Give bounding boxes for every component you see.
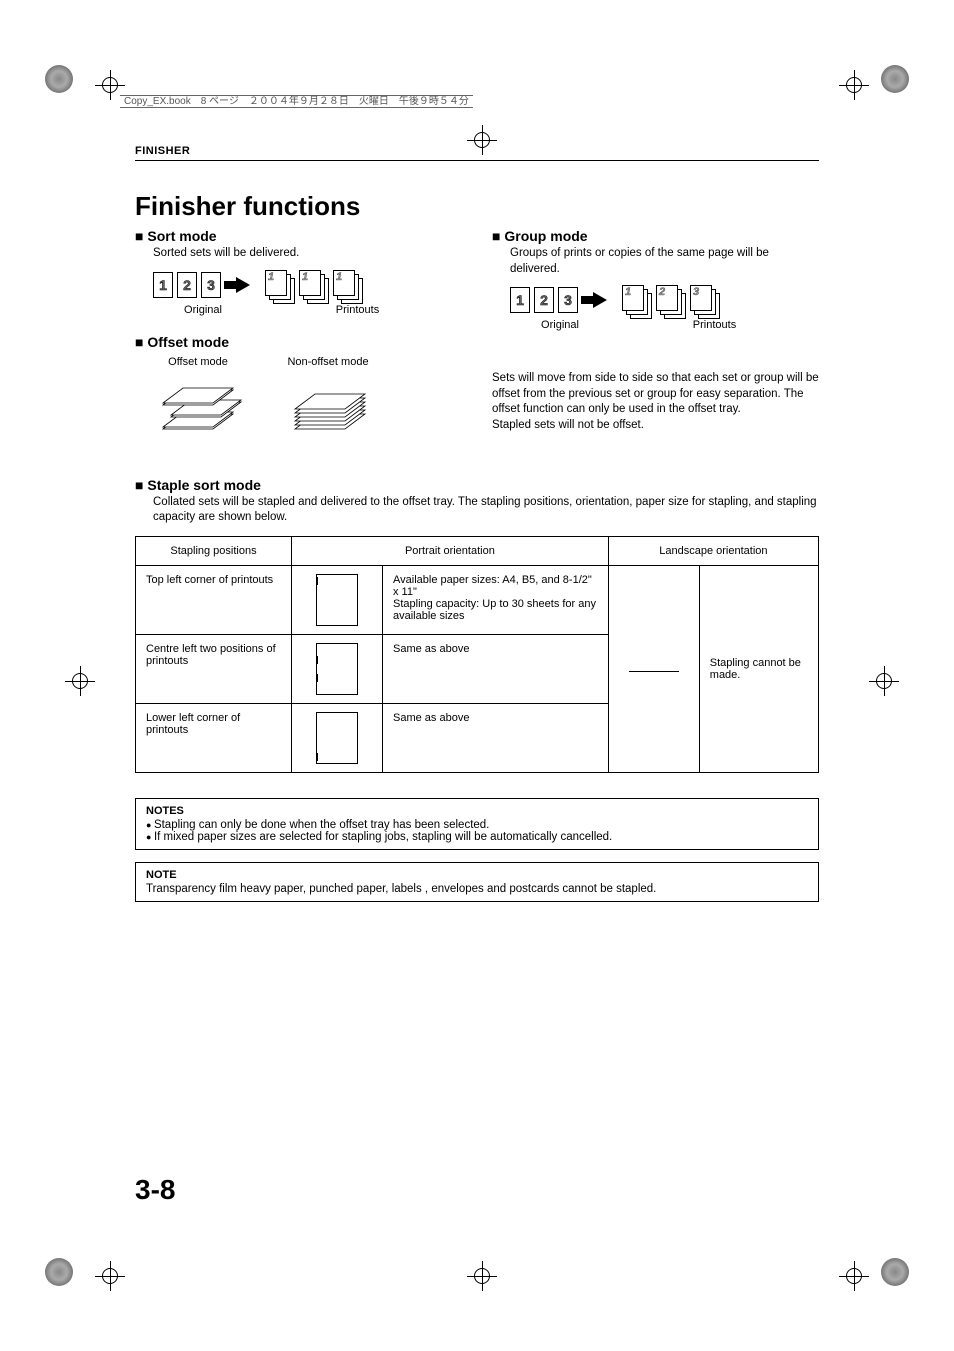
offset-description: Sets will move from side to side so that… <box>492 371 819 433</box>
page-content: FINISHER Finisher functions Sort mode So… <box>135 145 819 902</box>
staple-portrait-text: Available paper sizes: A4, B5, and 8-1/2… <box>383 565 609 634</box>
original-page-icon: 2 <box>177 272 197 298</box>
offset-mode-heading: Offset mode <box>135 334 462 350</box>
printout-group-icon: 333 <box>690 285 718 315</box>
printout-group-icon: 222 <box>656 285 684 315</box>
non-offset-mode-label: Non-offset mode <box>283 356 373 368</box>
print-corner-circle <box>45 1258 73 1286</box>
notes-box: NOTES Stapling can only be done when the… <box>135 798 819 850</box>
nonoffset-tray-icon <box>283 374 373 447</box>
staple-pos-cell: Top left corner of printouts <box>136 565 292 634</box>
arrow-right-icon <box>593 292 607 308</box>
notes-title: NOTES <box>146 805 808 817</box>
staple-diagram-icon <box>316 712 358 764</box>
original-page-icon: 3 <box>201 272 221 298</box>
section-header: FINISHER <box>135 145 819 157</box>
staple-portrait-text: Same as above <box>383 634 609 703</box>
original-label: Original <box>510 319 610 331</box>
sort-mode-heading: Sort mode <box>135 228 462 244</box>
printouts-label: Printouts <box>253 304 462 316</box>
original-page-icon: 3 <box>558 287 578 313</box>
group-diagram: 1 2 3 111 222 333 <box>510 285 819 315</box>
staple-pos-cell: Centre left two positions of printouts <box>136 634 292 703</box>
original-page-icon: 1 <box>510 287 530 313</box>
sort-mode-desc: Sorted sets will be delivered. <box>153 246 462 262</box>
staple-sort-heading: Staple sort mode <box>135 477 819 493</box>
offset-tray-icon <box>153 374 243 447</box>
staple-pos-cell: Lower left corner of printouts <box>136 703 292 772</box>
print-corner-circle <box>881 65 909 93</box>
group-mode-heading: Group mode <box>492 228 819 244</box>
original-label: Original <box>153 304 253 316</box>
printout-group-icon: 111 <box>622 285 650 315</box>
staple-diagram-icon <box>316 643 358 695</box>
note-line: If mixed paper sizes are selected for st… <box>146 831 808 843</box>
staple-landscape-text: Stapling cannot be made. <box>699 565 818 772</box>
sort-diagram: 1 2 3 321 321 321 <box>153 270 462 300</box>
registration-mark-icon <box>467 1261 487 1281</box>
group-mode-desc: Groups of prints or copies of the same p… <box>510 246 819 277</box>
source-file-info: Copy_EX.book 8 ページ ２００４年９月２８日 火曜日 午後９時５４… <box>120 95 473 108</box>
divider <box>135 160 819 161</box>
note-line: Stapling can only be done when the offse… <box>146 819 808 831</box>
th-landscape: Landscape orientation <box>608 536 818 565</box>
registration-mark-icon <box>95 70 115 90</box>
registration-mark-icon <box>869 666 889 686</box>
registration-mark-icon <box>839 70 859 90</box>
th-portrait: Portrait orientation <box>292 536 609 565</box>
note-box: NOTE Transparency film heavy paper, punc… <box>135 862 819 902</box>
printouts-label: Printouts <box>610 319 819 331</box>
printout-set-icon: 321 <box>333 270 361 300</box>
registration-mark-icon <box>65 666 85 686</box>
printout-set-icon: 321 <box>299 270 327 300</box>
registration-mark-icon <box>95 1261 115 1281</box>
landscape-diagram-icon <box>629 666 679 672</box>
th-positions: Stapling positions <box>136 536 292 565</box>
print-corner-circle <box>45 65 73 93</box>
note-line: Transparency film heavy paper, punched p… <box>146 883 808 895</box>
staple-diagram-icon <box>316 574 358 626</box>
original-page-icon: 2 <box>534 287 554 313</box>
page-number: 3-8 <box>135 1174 175 1206</box>
note-title: NOTE <box>146 869 808 881</box>
page-title: Finisher functions <box>135 191 819 222</box>
staple-portrait-text: Same as above <box>383 703 609 772</box>
registration-mark-icon <box>839 1261 859 1281</box>
staple-sort-intro: Collated sets will be stapled and delive… <box>153 495 819 526</box>
print-corner-circle <box>881 1258 909 1286</box>
arrow-right-icon <box>236 277 250 293</box>
original-page-icon: 1 <box>153 272 173 298</box>
registration-mark-icon <box>467 125 487 145</box>
offset-mode-label: Offset mode <box>153 356 243 368</box>
staple-table: Stapling positions Portrait orientation … <box>135 536 819 773</box>
printout-set-icon: 321 <box>265 270 293 300</box>
